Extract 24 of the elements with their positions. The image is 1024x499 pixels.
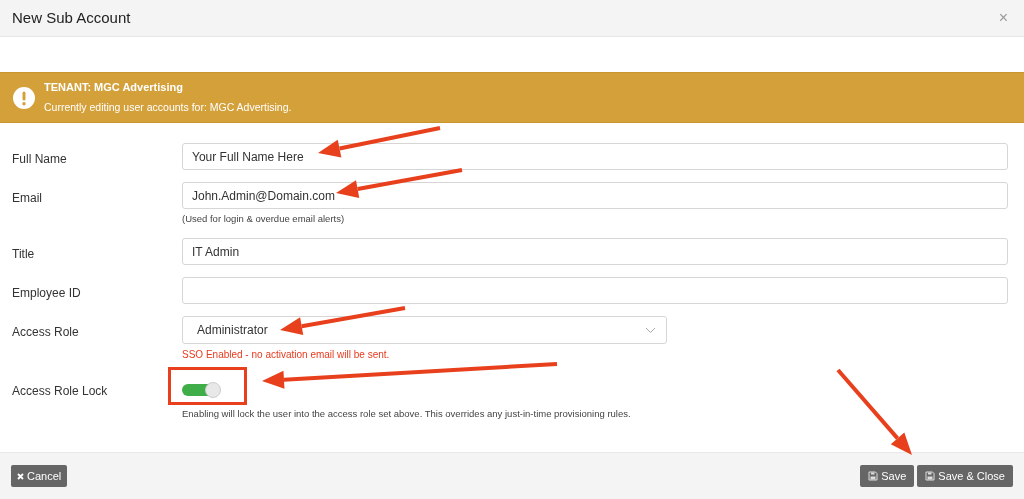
field-label: Access Role xyxy=(12,325,79,340)
exclamation-icon xyxy=(12,85,36,110)
text-field[interactable]: IT Admin xyxy=(182,238,1008,266)
close-icon xyxy=(17,472,24,480)
field-label: Full Name xyxy=(12,152,67,166)
text-field[interactable]: John.Admin@Domain.com xyxy=(182,182,1008,209)
warning-text: SSO Enabled - no activation email will be sent. xyxy=(182,348,391,363)
field-label: Access Role Lock xyxy=(12,384,108,399)
save-close-button[interactable]: Save & Close xyxy=(917,465,1013,487)
select-field[interactable]: Administrator xyxy=(182,316,667,345)
hint-text: Enabling will lock the user into the access role set above. This overrides any just-in-time provisioning rules. xyxy=(182,407,631,422)
text-field[interactable]: Your Full Name Here xyxy=(182,143,1008,170)
toggle-switch[interactable] xyxy=(182,384,220,397)
cancel-button[interactable]: Cancel xyxy=(11,465,68,487)
field-label: Email xyxy=(12,191,42,205)
banner-message: Currently editing user accounts for: MGC Advertising. xyxy=(44,99,292,115)
field-label: Title xyxy=(12,247,35,262)
field-label: Employee ID xyxy=(12,286,81,301)
save-button[interactable]: Save xyxy=(860,465,915,487)
chevron-down-icon xyxy=(645,326,656,334)
hint-text: (Used for login & overdue email alerts) xyxy=(182,212,346,226)
dialog-title: New Sub Account xyxy=(12,7,131,28)
text-field[interactable] xyxy=(182,277,1008,305)
banner-title: TENANT: MGC Advertising xyxy=(44,80,184,96)
